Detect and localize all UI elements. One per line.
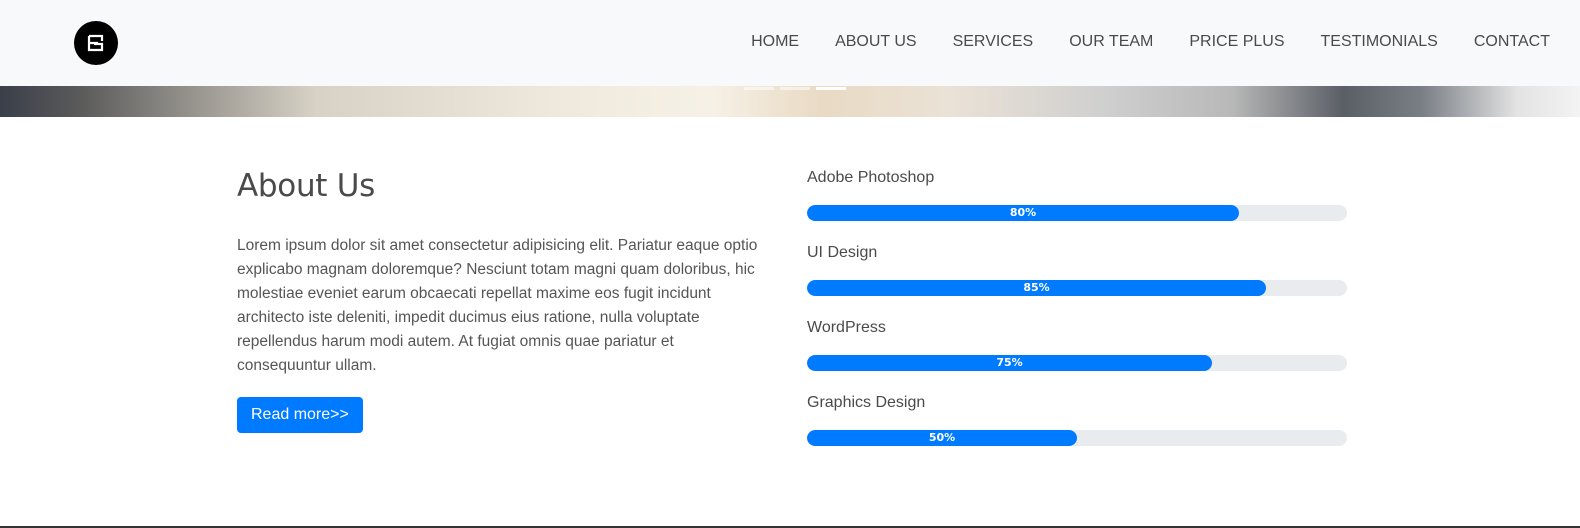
nav-link-services[interactable]: SERVICES [953,33,1034,51]
skill-label: Graphics Design [807,394,926,411]
about-body: Lorem ipsum dolor sit amet consectetur a… [237,237,758,374]
progress-bar: 80% [807,205,1239,221]
nav-link-contact[interactable]: CONTACT [1474,33,1550,51]
skill-item: UI Design 85% [807,243,1347,296]
nav-link-price-plus[interactable]: PRICE PLUS [1189,33,1284,51]
brand-logo-icon[interactable] [74,21,118,65]
progress-track: 80% [807,205,1347,221]
about-title: About Us [237,168,375,204]
carousel-indicator-3[interactable] [816,87,846,90]
carousel-indicators [744,87,846,90]
nav-link-our-team[interactable]: OUR TEAM [1069,33,1153,51]
skill-label: Adobe Photoshop [807,169,935,186]
progress-track: 85% [807,280,1347,296]
skill-item: WordPress 75% [807,318,1347,371]
skill-item: Graphics Design 50% [807,393,1347,446]
skill-label: WordPress [807,319,886,336]
progress-track: 50% [807,430,1347,446]
skill-item: Adobe Photoshop 80% [807,168,1347,221]
nav-link-about-us[interactable]: ABOUT US [835,33,917,51]
skills-section: Adobe Photoshop 80% UI Design 85% WordPr… [807,168,1347,468]
carousel-indicator-2[interactable] [780,87,810,90]
main-nav: HOME ABOUT US SERVICES OUR TEAM PRICE PL… [715,33,1550,51]
progress-bar: 75% [807,355,1212,371]
read-more-button[interactable]: Read more>> [237,397,363,433]
about-section: About Us Lorem ipsum dolor sit amet cons… [237,168,777,433]
progress-bar: 50% [807,430,1077,446]
carousel-indicator-1[interactable] [744,87,774,90]
skill-label: UI Design [807,244,878,261]
nav-link-testimonials[interactable]: TESTIMONIALS [1321,33,1438,51]
progress-bar: 85% [807,280,1266,296]
nav-link-home[interactable]: HOME [751,33,799,51]
navbar: HOME ABOUT US SERVICES OUR TEAM PRICE PL… [0,0,1580,86]
logo-glyph-icon [87,34,104,52]
progress-track: 75% [807,355,1347,371]
